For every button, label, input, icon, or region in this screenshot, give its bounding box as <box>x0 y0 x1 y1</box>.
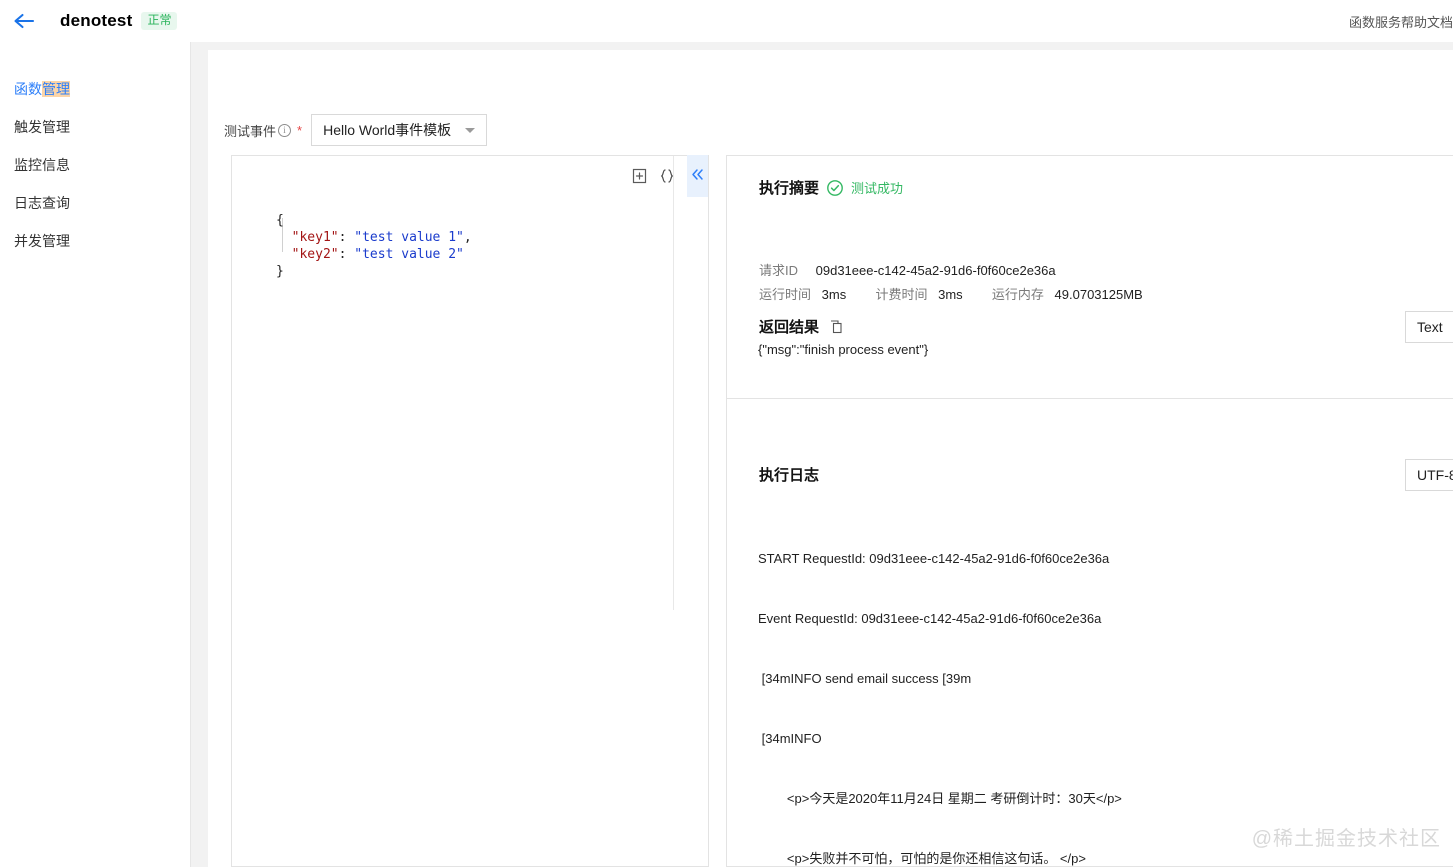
test-event-template-value: Hello World事件模板 <box>323 122 452 138</box>
insert-file-icon[interactable] <box>625 162 653 190</box>
editor-toolbar <box>625 155 708 197</box>
result-format-value: Text <box>1417 319 1443 335</box>
sidebar-item-trigger-management[interactable]: 触发管理 <box>0 108 190 146</box>
arrow-left-icon <box>13 12 35 30</box>
curly-braces-icon[interactable] <box>653 162 681 190</box>
result-format-select[interactable]: Text <box>1405 311 1453 343</box>
test-event-field: 测试事件 i * Hello World事件模板 <box>224 114 488 146</box>
sidebar-item-concurrency[interactable]: 并发管理 <box>0 222 190 260</box>
request-id-value: 09d31eee-c142-45a2-91d6-f0f60ce2e36a <box>815 263 1056 278</box>
page-title: denotest <box>60 11 133 30</box>
execution-summary-title: 执行摘要 <box>759 180 820 197</box>
runtime-metrics-row: 运行时间 3ms 计费时间 3ms 运行内存 49.0703125MB <box>759 284 1143 303</box>
top-header-bar: denotest 正常 函数服务帮助文档 <box>0 0 1453 42</box>
chevron-double-left-icon <box>690 168 705 185</box>
log-encoding-select[interactable]: UTF-8 <box>1405 459 1453 491</box>
editor-value-2: "test value 2" <box>354 247 464 262</box>
page-root: denotest 正常 函数服务帮助文档 函数管理 触发管理 监控信息 日志查询… <box>0 0 1453 867</box>
runtime-label: 运行时间 <box>759 287 812 302</box>
log-line: START RequestId: 09d31eee-c142-45a2-91d6… <box>758 551 1110 566</box>
test-event-template-select[interactable]: Hello World事件模板 <box>311 114 488 146</box>
return-result-value: {"msg":"finish process event"} <box>758 342 929 357</box>
editor-sep-1: : <box>338 230 355 245</box>
sidebar-item-log-query[interactable]: 日志查询 <box>0 184 190 222</box>
info-circle-icon[interactable]: i <box>278 123 292 137</box>
request-id-row: 请求ID 09d31eee-c142-45a2-91d6-f0f60ce2e36… <box>759 260 1056 279</box>
sidebar-nav: 函数管理 触发管理 监控信息 日志查询 并发管理 <box>0 42 191 867</box>
test-status-text: 测试成功 <box>851 181 904 196</box>
sidebar-item-label: 并发管理 <box>14 233 70 249</box>
request-id-label: 请求ID <box>759 263 799 278</box>
copy-icon[interactable] <box>830 319 843 334</box>
status-badge: 正常 <box>141 11 178 31</box>
back-button[interactable] <box>4 0 44 42</box>
log-line: <p>失败并不可怕，可怕的是你还相信这句话。 </p> <box>758 851 1086 866</box>
billing-time-value: 3ms <box>938 287 963 302</box>
sidebar-item-function-management[interactable]: 函数管理 <box>0 70 190 108</box>
editor-line-4: } <box>276 264 284 279</box>
runtime-value: 3ms <box>821 287 847 302</box>
chevron-down-icon <box>465 127 476 133</box>
execution-summary-header: 执行摘要 测试成功 <box>759 177 903 198</box>
log-line: <p>今天是2020年11月24日 星期二 考研倒计时：30天</p> <box>758 791 1122 806</box>
event-json-editor-card: { "key1": "test value 1", "key2": "test … <box>231 155 709 867</box>
help-doc-link[interactable]: 函数服务帮助文档 <box>1349 12 1453 31</box>
editor-sep-2: : <box>338 247 355 262</box>
return-result-label: 返回结果 <box>759 319 820 336</box>
execution-log-title: 执行日志 <box>759 467 820 484</box>
editor-line-1: { <box>276 213 284 228</box>
editor-key-2: "key2" <box>291 247 339 262</box>
event-json-editor[interactable]: { "key1": "test value 1", "key2": "test … <box>232 198 708 866</box>
editor-value-1: "test value 1" <box>354 230 464 245</box>
memory-label: 运行内存 <box>991 287 1044 302</box>
check-circle-icon <box>827 179 843 196</box>
collapse-panel-button[interactable] <box>687 155 708 197</box>
execution-log-output[interactable]: START RequestId: 09d31eee-c142-45a2-91d6… <box>758 509 1453 866</box>
main-content-area: 测试事件 i * Hello World事件模板 {"key1": "test… <box>191 42 1453 867</box>
sidebar-item-label: 监控信息 <box>14 157 70 173</box>
billing-time-label: 计费时间 <box>875 287 928 302</box>
content-panel: 测试事件 i * Hello World事件模板 {"key1": "test… <box>208 50 1453 867</box>
log-line: Event RequestId: 09d31eee-c142-45a2-91d6… <box>758 611 1102 626</box>
editor-comma-1: , <box>463 230 472 245</box>
execution-summary-card: 执行摘要 测试成功 请求ID 09d31eee-c142-45a2-91d6-f… <box>726 155 1453 418</box>
memory-value: 49.0703125MB <box>1054 287 1143 302</box>
log-line: [34mINFO send email success [39m <box>758 671 972 686</box>
sidebar-item-label: 函数管理 <box>14 81 70 97</box>
return-result-header: 返回结果 <box>759 316 843 337</box>
required-asterisk: * <box>297 122 303 138</box>
sidebar-item-label: 触发管理 <box>14 119 70 135</box>
log-line: [34mINFO <box>758 731 822 746</box>
sidebar-item-label: 日志查询 <box>14 195 70 211</box>
execution-log-card: 执行日志 UTF-8 START RequestId: 09d31eee-c14… <box>726 398 1453 867</box>
test-event-label: 测试事件 <box>224 123 277 139</box>
sidebar-item-monitoring[interactable]: 监控信息 <box>0 146 190 184</box>
log-encoding-value: UTF-8 <box>1417 467 1453 483</box>
editor-key-1: "key1" <box>291 230 339 245</box>
